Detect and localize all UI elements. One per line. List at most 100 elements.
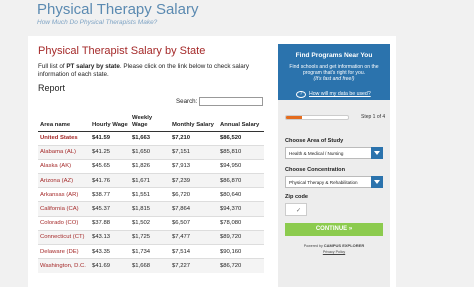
annual-salary: $86,520: [218, 130, 264, 146]
table-row: California (CA) $45.37 $1,815 $7,864 $94,370: [38, 201, 264, 217]
weekly-wage: $1,502: [130, 215, 170, 231]
weekly-wage: $1,671: [130, 173, 170, 188]
widget-header: Find Programs Near You Find schools and …: [278, 44, 390, 100]
weekly-wage: $1,650: [130, 144, 170, 160]
monthly-salary: $6,720: [170, 187, 218, 202]
weekly-wage: $1,663: [130, 130, 170, 146]
search-input[interactable]: [199, 97, 263, 106]
widget-title: Find Programs Near You: [295, 52, 373, 59]
annual-salary: $78,080: [218, 215, 264, 231]
table-row: Arkansas (AR) $38.77 $1,551 $6,720 $80,640: [38, 187, 264, 202]
area-name-link[interactable]: Arizona (AZ): [38, 173, 90, 188]
continue-button[interactable]: CONTINUE »: [285, 223, 383, 236]
annual-salary: $85,810: [218, 144, 264, 160]
area-name-link[interactable]: Alabama (AL): [38, 144, 90, 160]
intro-text: Full list of PT salary by state. Please …: [38, 63, 250, 78]
widget-description: Find schools and get information on the …: [289, 64, 379, 83]
area-name-link[interactable]: California (CA): [38, 201, 90, 217]
content-panel: Physical Therapist Salary by State Full …: [28, 36, 396, 287]
intro-bold: PT salary by state: [66, 63, 120, 70]
table-row: Alaska (AK) $45.65 $1,826 $7,913 $94,950: [38, 158, 264, 174]
annual-salary: $94,370: [218, 201, 264, 217]
concentration-value: Physical Therapy & Rehabilitation: [289, 180, 358, 185]
monthly-salary: $7,477: [170, 229, 218, 245]
hourly-wage: $37.88: [90, 215, 130, 231]
annual-salary: $80,640: [218, 187, 264, 202]
table-row: Colorado (CO) $37.88 $1,502 $6,507 $78,080: [38, 215, 264, 231]
site-header: Physical Therapy Salary How Much Do Phys…: [0, 0, 474, 34]
column-header-area[interactable]: Area name: [38, 109, 90, 132]
hourly-wage: $38.77: [90, 187, 130, 202]
column-header-monthly[interactable]: Monthly Salary: [170, 109, 218, 132]
annual-salary: $86,870: [218, 173, 264, 188]
weekly-wage: $1,725: [130, 229, 170, 245]
monthly-salary: $6,507: [170, 215, 218, 231]
progress-bar: [285, 115, 349, 120]
annual-salary: $89,720: [218, 229, 264, 245]
table-row: Washington, D.C. $41.69 $1,668 $7,227 $86,72…: [38, 258, 264, 273]
table-row: United States $41.59 $1,663 $7,210 $86,520: [38, 130, 264, 146]
data-usage-link[interactable]: How will my data be used?: [309, 91, 371, 97]
progress-fill: [286, 116, 302, 119]
concentration-select[interactable]: Physical Therapy & Rehabilitation: [285, 176, 383, 188]
hourly-wage: $43.13: [90, 229, 130, 245]
area-of-study-value: Health & Medical / Nursing: [289, 151, 344, 156]
hourly-wage: $41.25: [90, 144, 130, 160]
area-name-link[interactable]: Connecticut (CT): [38, 229, 90, 245]
monthly-salary: $7,913: [170, 158, 218, 174]
column-header-annual[interactable]: Annual Salary: [218, 109, 264, 132]
report-heading: Report: [38, 83, 66, 93]
hourly-wage: $45.65: [90, 158, 130, 174]
site-subtitle: How Much Do Physical Therapists Make?: [37, 19, 158, 26]
powered-by: Powered by CAMPUS EXPLORER: [303, 243, 365, 248]
chevron-down-icon[interactable]: [371, 176, 383, 188]
privacy-policy-link[interactable]: Privacy Policy: [278, 250, 390, 254]
weekly-wage: $1,734: [130, 243, 170, 259]
page-title: Physical Therapist Salary by State: [38, 45, 206, 57]
table-header-row: Area name Hourly Wage Weekly Wage Monthl…: [38, 109, 264, 132]
hourly-wage: $43.35: [90, 243, 130, 259]
table-row: Connecticut (CT) $43.13 $1,725 $7,477 $89,72…: [38, 229, 264, 245]
area-name-link[interactable]: Delaware (DE): [38, 243, 90, 259]
table-row: Arizona (AZ) $41.76 $1,671 $7,239 $86,870: [38, 173, 264, 188]
monthly-salary: $7,227: [170, 258, 218, 273]
monthly-salary: $7,151: [170, 144, 218, 160]
check-icon: ✓: [296, 208, 302, 214]
help-icon[interactable]: ?: [296, 91, 306, 98]
search-label: Search:: [176, 98, 198, 105]
column-header-weekly[interactable]: Weekly Wage: [130, 109, 170, 132]
area-of-study-select[interactable]: Health & Medical / Nursing: [285, 147, 383, 159]
weekly-wage: $1,551: [130, 187, 170, 202]
weekly-wage: $1,815: [130, 201, 170, 217]
table-row: Delaware (DE) $43.35 $1,734 $7,514 $90,160: [38, 243, 264, 259]
hourly-wage: $41.69: [90, 258, 130, 273]
annual-salary: $86,720: [218, 258, 264, 273]
area-name-link[interactable]: Arkansas (AR): [38, 187, 90, 202]
weekly-wage: $1,826: [130, 158, 170, 174]
zip-code-input[interactable]: ✓: [285, 203, 307, 216]
site-title[interactable]: Physical Therapy Salary: [37, 1, 198, 18]
table-row: Alabama (AL) $41.25 $1,650 $7,151 $85,810: [38, 144, 264, 160]
find-programs-widget: Find Programs Near You Find schools and …: [278, 44, 390, 287]
monthly-salary: $7,514: [170, 243, 218, 259]
area-name-link[interactable]: Alaska (AK): [38, 158, 90, 174]
area-name-link[interactable]: United States: [38, 130, 90, 146]
annual-salary: $90,160: [218, 243, 264, 259]
area-name-link[interactable]: Colorado (CO): [38, 215, 90, 231]
salary-table: Area name Hourly Wage Weekly Wage Monthl…: [38, 109, 264, 273]
zip-code-label: Zip code: [285, 194, 308, 200]
monthly-salary: $7,864: [170, 201, 218, 217]
hourly-wage: $41.59: [90, 130, 130, 146]
concentration-label: Choose Concentration: [285, 167, 345, 173]
column-header-hourly[interactable]: Hourly Wage: [90, 109, 130, 132]
hourly-wage: $41.76: [90, 173, 130, 188]
step-indicator: Step 1 of 4: [361, 114, 386, 120]
campus-explorer-logo[interactable]: CAMPUS EXPLORER: [324, 243, 364, 248]
hourly-wage: $45.37: [90, 201, 130, 217]
monthly-salary: $7,210: [170, 130, 218, 146]
area-of-study-label: Choose Area of Study: [285, 138, 344, 144]
annual-salary: $94,950: [218, 158, 264, 174]
area-name-link[interactable]: Washington, D.C.: [38, 258, 90, 273]
weekly-wage: $1,668: [130, 258, 170, 273]
chevron-down-icon[interactable]: [371, 147, 383, 159]
